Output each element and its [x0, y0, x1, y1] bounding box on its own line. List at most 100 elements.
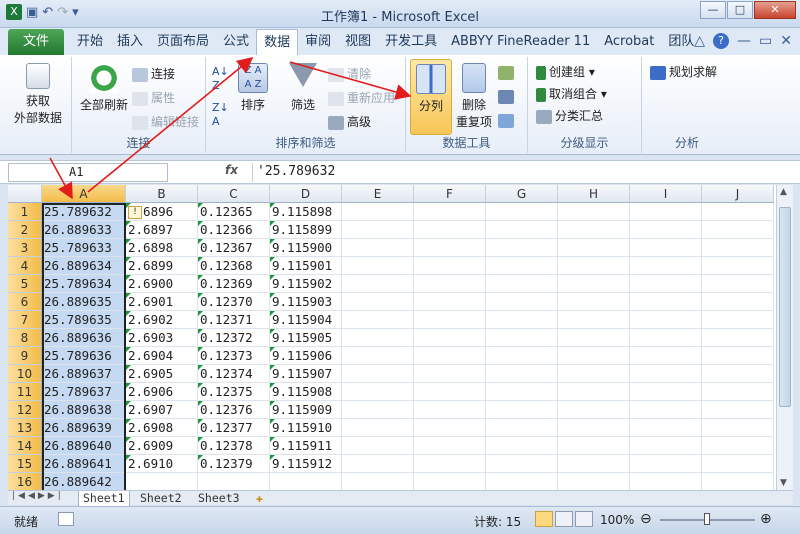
cell-a1[interactable]: 25.789632	[42, 203, 126, 221]
tab-review[interactable]: 审阅	[298, 29, 338, 55]
cell-g7[interactable]	[486, 311, 558, 329]
cell-j7[interactable]	[702, 311, 774, 329]
scrollbar-thumb[interactable]	[779, 207, 791, 407]
cell-d15[interactable]: 9.115912	[270, 455, 342, 473]
cell-a10[interactable]: 26.889637	[42, 365, 126, 383]
cell-a8[interactable]: 26.889636	[42, 329, 126, 347]
filter-button[interactable]: 筛选	[288, 63, 318, 113]
solver-button[interactable]: 规划求解	[650, 63, 717, 80]
cell-j8[interactable]	[702, 329, 774, 347]
cell-d9[interactable]: 9.115906	[270, 347, 342, 365]
cell-b15[interactable]: 2.6910	[126, 455, 198, 473]
cell-g16[interactable]	[486, 473, 558, 490]
column-header-e[interactable]: E	[342, 185, 414, 203]
column-header-h[interactable]: H	[558, 185, 630, 203]
cell-e7[interactable]	[342, 311, 414, 329]
cell-h7[interactable]	[558, 311, 630, 329]
tab-insert[interactable]: 插入	[110, 29, 150, 55]
cell-b10[interactable]: 2.6905	[126, 365, 198, 383]
cell-g1[interactable]	[486, 203, 558, 221]
cell-d4[interactable]: 9.115901	[270, 257, 342, 275]
cell-j11[interactable]	[702, 383, 774, 401]
cell-c4[interactable]: 0.12368	[198, 257, 270, 275]
cell-b14[interactable]: 2.6909	[126, 437, 198, 455]
row-header-2[interactable]: 2	[8, 221, 42, 239]
cell-d1[interactable]: 9.115898	[270, 203, 342, 221]
cell-c16[interactable]	[198, 473, 270, 490]
cell-a6[interactable]: 26.889635	[42, 293, 126, 311]
normal-view-icon[interactable]	[535, 511, 553, 527]
cell-h8[interactable]	[558, 329, 630, 347]
error-warning-icon[interactable]: !	[128, 206, 142, 219]
cell-h13[interactable]	[558, 419, 630, 437]
doc-minimize-icon[interactable]: —	[737, 33, 751, 49]
cell-g8[interactable]	[486, 329, 558, 347]
row-header-13[interactable]: 13	[8, 419, 42, 437]
cell-g2[interactable]	[486, 221, 558, 239]
cell-g11[interactable]	[486, 383, 558, 401]
row-header-10[interactable]: 10	[8, 365, 42, 383]
cell-i1[interactable]	[630, 203, 702, 221]
cell-g12[interactable]	[486, 401, 558, 419]
cell-i6[interactable]	[630, 293, 702, 311]
cell-a11[interactable]: 25.789637	[42, 383, 126, 401]
sheet-nav-icons[interactable]: |◀◀▶▶|	[12, 491, 64, 501]
text-to-columns-button[interactable]: 分列	[410, 59, 452, 135]
doc-close-icon[interactable]: ✕	[780, 33, 792, 49]
cell-f1[interactable]	[414, 203, 486, 221]
cell-e12[interactable]	[342, 401, 414, 419]
cell-f6[interactable]	[414, 293, 486, 311]
row-header-12[interactable]: 12	[8, 401, 42, 419]
ungroup-button[interactable]: 取消组合 ▾	[536, 85, 607, 102]
cell-i16[interactable]	[630, 473, 702, 490]
cell-h1[interactable]	[558, 203, 630, 221]
doc-restore-icon[interactable]: ▭	[759, 33, 772, 49]
row-header-7[interactable]: 7	[8, 311, 42, 329]
cell-i9[interactable]	[630, 347, 702, 365]
cell-e6[interactable]	[342, 293, 414, 311]
row-header-5[interactable]: 5	[8, 275, 42, 293]
cell-c5[interactable]: 0.12369	[198, 275, 270, 293]
cell-b8[interactable]: 2.6903	[126, 329, 198, 347]
cell-g9[interactable]	[486, 347, 558, 365]
cell-h15[interactable]	[558, 455, 630, 473]
cell-i8[interactable]	[630, 329, 702, 347]
name-box[interactable]: A1	[8, 163, 168, 182]
sort-descending-button[interactable]: Z↓ A	[212, 101, 229, 129]
cell-f14[interactable]	[414, 437, 486, 455]
row-header-15[interactable]: 15	[8, 455, 42, 473]
cell-i10[interactable]	[630, 365, 702, 383]
cell-h12[interactable]	[558, 401, 630, 419]
cell-i13[interactable]	[630, 419, 702, 437]
cell-i7[interactable]	[630, 311, 702, 329]
cell-e2[interactable]	[342, 221, 414, 239]
sheet-tab-3[interactable]: Sheet3	[194, 491, 244, 506]
cell-a2[interactable]: 26.889633	[42, 221, 126, 239]
cell-e8[interactable]	[342, 329, 414, 347]
column-header-j[interactable]: J	[702, 185, 774, 203]
column-header-d[interactable]: D	[270, 185, 342, 203]
cell-a12[interactable]: 26.889638	[42, 401, 126, 419]
cell-b6[interactable]: 2.6901	[126, 293, 198, 311]
row-header-4[interactable]: 4	[8, 257, 42, 275]
cell-e14[interactable]	[342, 437, 414, 455]
sort-ascending-button[interactable]: A↓ Z	[212, 65, 229, 93]
cell-j14[interactable]	[702, 437, 774, 455]
cell-b2[interactable]: 2.6897	[126, 221, 198, 239]
cell-j6[interactable]	[702, 293, 774, 311]
cell-b3[interactable]: 2.6898	[126, 239, 198, 257]
cell-h11[interactable]	[558, 383, 630, 401]
consolidate-button[interactable]	[498, 89, 517, 104]
cell-h16[interactable]	[558, 473, 630, 490]
cell-c3[interactable]: 0.12367	[198, 239, 270, 257]
connections-button[interactable]: 连接	[132, 65, 175, 82]
cell-b4[interactable]: 2.6899	[126, 257, 198, 275]
cell-j5[interactable]	[702, 275, 774, 293]
insert-function-icon[interactable]: fx	[225, 163, 238, 177]
maximize-button[interactable]: □	[727, 1, 753, 19]
cell-i14[interactable]	[630, 437, 702, 455]
tab-abbyy[interactable]: ABBYY FineReader 11	[444, 29, 597, 55]
cell-g3[interactable]	[486, 239, 558, 257]
what-if-button[interactable]	[498, 113, 517, 128]
minimize-button[interactable]: —	[700, 1, 726, 19]
